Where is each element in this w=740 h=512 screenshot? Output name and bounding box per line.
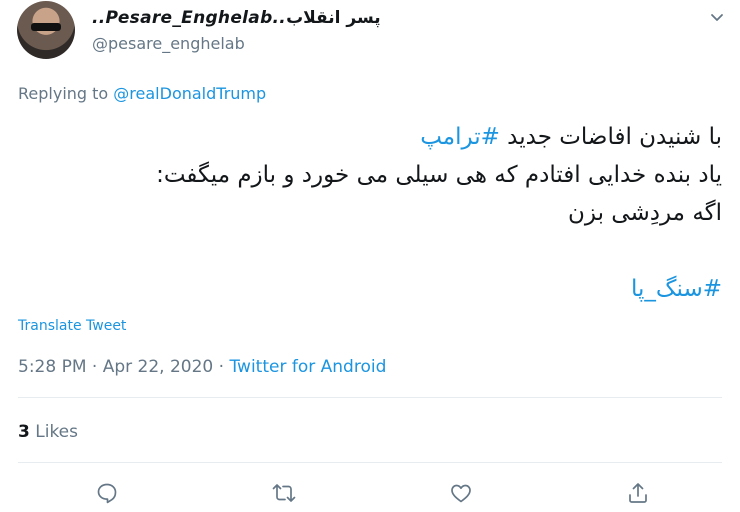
avatar[interactable] <box>17 1 75 59</box>
tweet-text: با شنیدن افاضات جدید #ترامپ یاد بنده خدا… <box>22 118 722 308</box>
replying-to: Replying to @realDonaldTrump <box>18 84 266 103</box>
retweet-icon[interactable] <box>271 480 297 506</box>
tweet-line-2: یاد بنده خدایی افتادم که هی سیلی می خورد… <box>156 162 722 188</box>
display-name-latin: ..Pesare_Enghelab.. <box>92 8 287 28</box>
tweet-line-1: با شنیدن افاضات جدید #ترامپ <box>22 118 722 156</box>
tweet-source-link[interactable]: Twitter for Android <box>229 357 386 377</box>
display-name-persian: پسر انقلاب <box>286 8 381 28</box>
heart-icon[interactable] <box>448 480 474 506</box>
chevron-down-icon[interactable] <box>708 8 726 26</box>
replying-prefix: Replying to <box>18 84 114 103</box>
likes-count: 3 <box>18 422 30 442</box>
tweet-meta: 5:28 PM · Apr 22, 2020 · Twitter for And… <box>18 357 386 377</box>
translate-tweet-link[interactable]: Translate Tweet <box>18 318 126 334</box>
divider-bottom <box>18 462 722 463</box>
user-handle[interactable]: @pesare_enghelab <box>92 34 245 53</box>
tweet-line-5: #سنگ_پا <box>22 270 722 308</box>
meta-separator: · <box>86 357 103 377</box>
likes-stat[interactable]: 3 Likes <box>18 422 78 442</box>
reply-icon[interactable] <box>94 480 120 506</box>
likes-label: Likes <box>29 422 78 442</box>
hashtag-link[interactable]: #ترامپ <box>420 124 500 150</box>
tweet-line-3: اگه مردِشی بزن <box>568 200 722 226</box>
divider-top <box>18 397 722 398</box>
tweet-date[interactable]: Apr 22, 2020 <box>103 357 214 377</box>
share-icon[interactable] <box>625 480 651 506</box>
display-name[interactable]: ..Pesare_Enghelab..پسر انقلاب <box>92 8 381 28</box>
meta-separator-2: · <box>213 357 230 377</box>
tweet-line-1-text: با شنیدن افاضات جدید <box>499 124 722 150</box>
tweet-time[interactable]: 5:28 PM <box>18 357 87 377</box>
hashtag-link-2[interactable]: #سنگ_پا <box>631 276 722 302</box>
reply-mention-link[interactable]: @realDonaldTrump <box>113 84 266 103</box>
